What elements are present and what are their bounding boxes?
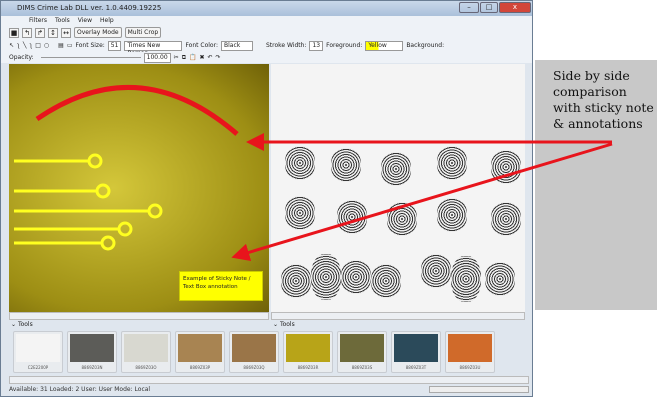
- callout-arrows: [231, 133, 613, 262]
- arrow-to-sticky-note: [231, 142, 613, 262]
